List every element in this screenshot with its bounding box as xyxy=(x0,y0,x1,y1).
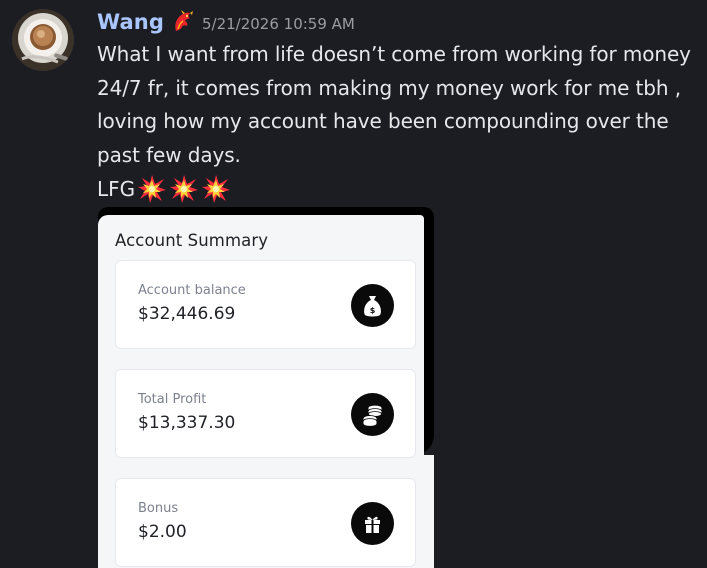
image-attachment[interactable]: Account Summary Account balance $32,446.… xyxy=(98,207,434,568)
user-avatar[interactable] xyxy=(12,9,74,71)
message-header: Wang 5/21/2026 10:59 AM xyxy=(97,6,355,38)
dragon-icon xyxy=(170,9,196,35)
username[interactable]: Wang xyxy=(97,10,164,34)
account-summary-title: Account Summary xyxy=(115,231,269,250)
gift-icon xyxy=(351,502,394,545)
explosion-emoji-icon xyxy=(169,174,199,204)
message-text: What I want from life doesn’t come from … xyxy=(97,42,691,167)
coffee-cup-avatar-image xyxy=(12,9,74,71)
card-label: Total Profit xyxy=(138,392,207,407)
svg-text:$: $ xyxy=(370,306,376,315)
money-bag-icon: $ xyxy=(351,284,394,327)
lfg-text: LFG xyxy=(97,176,136,201)
message-text-lfg-line: LFG xyxy=(97,172,231,205)
account-balance-card: Account balance $32,446.69 $ xyxy=(115,260,416,349)
card-value: $13,337.30 xyxy=(138,413,236,433)
explosion-emoji-icon xyxy=(137,174,167,204)
card-label: Account balance xyxy=(138,283,246,298)
card-value: $32,446.69 xyxy=(138,304,236,324)
message-timestamp[interactable]: 5/21/2026 10:59 AM xyxy=(202,15,355,33)
coin-stack-icon xyxy=(351,393,394,436)
account-summary-panel: Account Summary Account balance $32,446.… xyxy=(98,215,424,568)
explosion-emoji-icon xyxy=(201,174,231,204)
total-profit-card: Total Profit $13,337.30 xyxy=(115,369,416,458)
card-label: Bonus xyxy=(138,501,179,516)
chat-message: Wang 5/21/2026 10:59 AM What I want from… xyxy=(0,0,707,568)
card-value: $2.00 xyxy=(138,522,187,542)
bonus-card: Bonus $2.00 xyxy=(115,478,416,567)
